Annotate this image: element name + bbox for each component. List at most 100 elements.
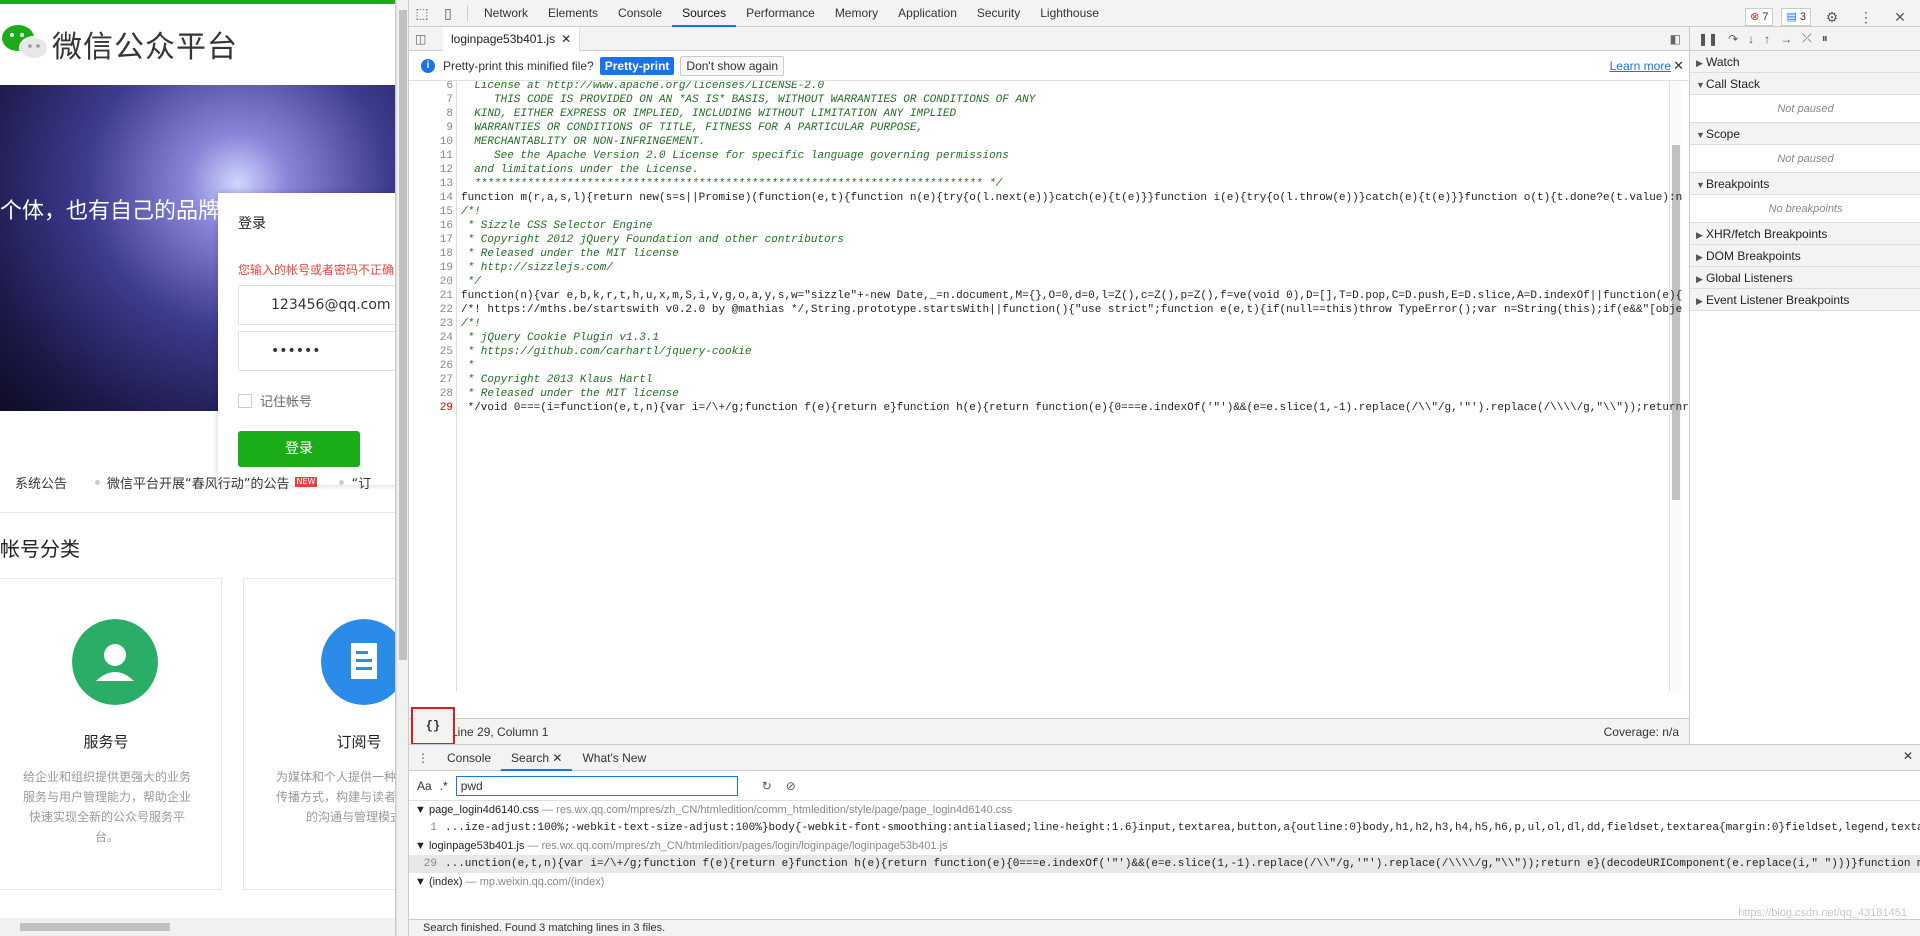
section-event-listener-breakpoints[interactable]: ▶ Event Listener Breakpoints [1690,289,1920,311]
login-box: 登录 您输入的帐号或者密码不正确 123456@qq.com •••••• 记住… [218,193,395,485]
message-count-badge[interactable]: ▤ 3 [1781,8,1811,26]
line-number[interactable]: 26 [409,359,453,373]
line-number[interactable]: 19 [409,261,453,275]
tab-lighthouse[interactable]: Lighthouse [1030,0,1109,27]
page-horizontal-scrollbar[interactable] [0,918,395,936]
section-call-stack[interactable]: ▼Call Stack [1690,73,1920,95]
line-number-gutter[interactable]: 6 7 8 9 10 11 12 13 14 15 16 17 18 19 20 21 22 23 24 25 26 27… [409,81,457,691]
learn-more-link[interactable]: Learn more [1610,59,1671,73]
result-file[interactable]: ▼ page_login4d6140.css — res.wx.qq.com/m… [409,801,1920,819]
line-number[interactable]: 12 [409,163,453,177]
dont-show-again-button[interactable]: Don't show again [680,55,785,76]
tab-elements[interactable]: Elements [538,0,608,27]
search-input[interactable]: pwd [455,775,738,796]
match-text[interactable]: ...ize-adjust:100%;-webkit-text-size-adj… [445,822,1920,834]
line-number[interactable]: 6 [409,81,453,93]
tab-performance[interactable]: Performance [736,0,825,27]
section-xhr-fetch-breakpoints[interactable]: ▶ XHR/fetch Breakpoints [1690,223,1920,245]
refresh-icon[interactable]: ↻ [762,779,772,793]
section-breakpoints[interactable]: ▼Breakpoints [1690,173,1920,195]
inspect-element-icon[interactable]: ⬚ [409,0,435,26]
section-global-listeners[interactable]: ▶ Global Listeners [1690,267,1920,289]
tab-console[interactable]: Console [437,745,501,771]
line-number[interactable]: 14 [409,191,453,205]
step-over-icon[interactable]: ↷ [1728,32,1738,46]
code-editor[interactable]: 6 7 8 9 10 11 12 13 14 15 16 17 18 19 20 21 22 23 24 25 26 27… [409,81,1689,691]
close-drawer-icon[interactable]: ✕ [1903,749,1913,763]
pretty-print-button[interactable]: Pretty-print [599,56,675,75]
line-number[interactable]: 9 [409,121,453,135]
tab-application[interactable]: Application [888,0,967,27]
search-results[interactable]: ▼ page_login4d6140.css — res.wx.qq.com/m… [409,801,1920,919]
tab-search[interactable]: Search ✕ [501,745,573,771]
remember-account-checkbox[interactable]: 记住帐号 [238,391,312,410]
line-number[interactable]: 7 [409,93,453,107]
step-icon[interactable]: → [1780,32,1792,46]
step-out-icon[interactable]: ↑ [1764,32,1770,46]
scroll-thumb[interactable] [20,923,170,931]
file-tab[interactable]: loginpage53b401.js ✕ [443,26,581,51]
deactivate-breakpoints-icon[interactable]: ⤫ [1802,31,1812,46]
clear-icon[interactable]: ⊘ [786,779,796,793]
notice-item-2[interactable]: “订 [339,473,371,492]
drawer-menu-icon[interactable]: ⋮ [409,751,437,765]
result-file[interactable]: ▼ loginpage53b401.js — res.wx.qq.com/mpr… [409,837,1920,855]
format-braces-button[interactable]: {} [411,707,455,745]
toggle-navigator-icon[interactable]: ◫ [415,32,435,46]
line-number[interactable]: 23 [409,317,453,331]
line-number[interactable]: 28 [409,387,453,401]
line-number[interactable]: 24 [409,331,453,345]
result-file-name[interactable]: page_login4d6140.css [429,804,539,816]
close-icon[interactable]: ✕ [1673,58,1684,74]
result-file-name[interactable]: loginpage53b401.js [429,840,524,852]
tab-whats-new[interactable]: What's New [572,745,656,771]
line-number[interactable]: 15 [409,205,453,219]
password-input[interactable]: •••••• [238,331,395,371]
line-number[interactable]: 29 [409,401,453,415]
line-number[interactable]: 16 [409,219,453,233]
line-number[interactable]: 17 [409,233,453,247]
line-number[interactable]: 25 [409,345,453,359]
pause-icon[interactable]: ❚❚ [1698,32,1718,46]
error-count-badge[interactable]: ⊗ 7 [1745,8,1774,26]
line-number[interactable]: 22 [409,303,453,317]
tab-console[interactable]: Console [608,0,672,27]
result-file-name[interactable]: (index) [429,876,463,888]
toggle-debugger-icon[interactable]: ◧ [1670,32,1681,46]
tab-sources[interactable]: Sources [672,0,737,27]
line-number[interactable]: 11 [409,149,453,163]
tab-network[interactable]: Network [474,0,538,27]
editor-vertical-scrollbar[interactable] [1669,81,1681,691]
scroll-thumb[interactable] [399,10,407,660]
line-number[interactable]: 27 [409,373,453,387]
section-watch[interactable]: ▶ Watch [1690,51,1920,73]
result-match-line[interactable]: 1 ...ize-adjust:100%;-webkit-text-size-ad… [409,819,1920,837]
close-icon[interactable]: ✕ [552,751,562,765]
section-dom-breakpoints[interactable]: ▶ DOM Breakpoints [1690,245,1920,267]
device-toolbar-icon[interactable]: ▯ [435,0,461,26]
close-icon[interactable]: ✕ [561,32,571,46]
line-number[interactable]: 8 [409,107,453,121]
tab-security[interactable]: Security [967,0,1030,27]
result-match-line[interactable]: 29 ...unction(e,t,n){var i=/\+/g;function… [409,855,1920,873]
step-into-icon[interactable]: ↓ [1748,32,1754,46]
result-file[interactable]: ▼ (index) — mp.weixin.qq.com/(index) [409,873,1920,891]
pause-on-exceptions-icon[interactable]: ⏸ [1822,31,1828,46]
section-scope[interactable]: ▼Scope [1690,123,1920,145]
code-line: MERCHANTABLITY OR NON-INFRINGEMENT. [461,136,706,148]
line-number[interactable]: 18 [409,247,453,261]
notice-item-1[interactable]: 微信平台开展“春风行动”的公告 NEW [95,473,318,492]
line-number[interactable]: 10 [409,135,453,149]
line-number[interactable]: 21 [409,289,453,303]
account-input[interactable]: 123456@qq.com [238,285,395,325]
tab-memory[interactable]: Memory [825,0,888,27]
checkbox-icon[interactable] [238,393,252,408]
regex-toggle[interactable]: .* [440,779,448,793]
account-card-service[interactable]: 服务号 给企业和组织提供更强大的业务服务与用户管理能力，帮助企业快速实现全新的公… [0,578,222,890]
line-number[interactable]: 20 [409,275,453,289]
line-number[interactable]: 13 [409,177,453,191]
account-card-subscription[interactable]: 订阅号 为媒体和个人提供一种新的信息传播方式，构建与读者之间更好的沟通与管理模式… [243,578,395,890]
match-text[interactable]: ...unction(e,t,n){var i=/\+/g;function f… [445,858,1920,870]
page-vertical-scrollbar[interactable] [396,0,408,936]
match-case-toggle[interactable]: Aa [417,779,432,793]
